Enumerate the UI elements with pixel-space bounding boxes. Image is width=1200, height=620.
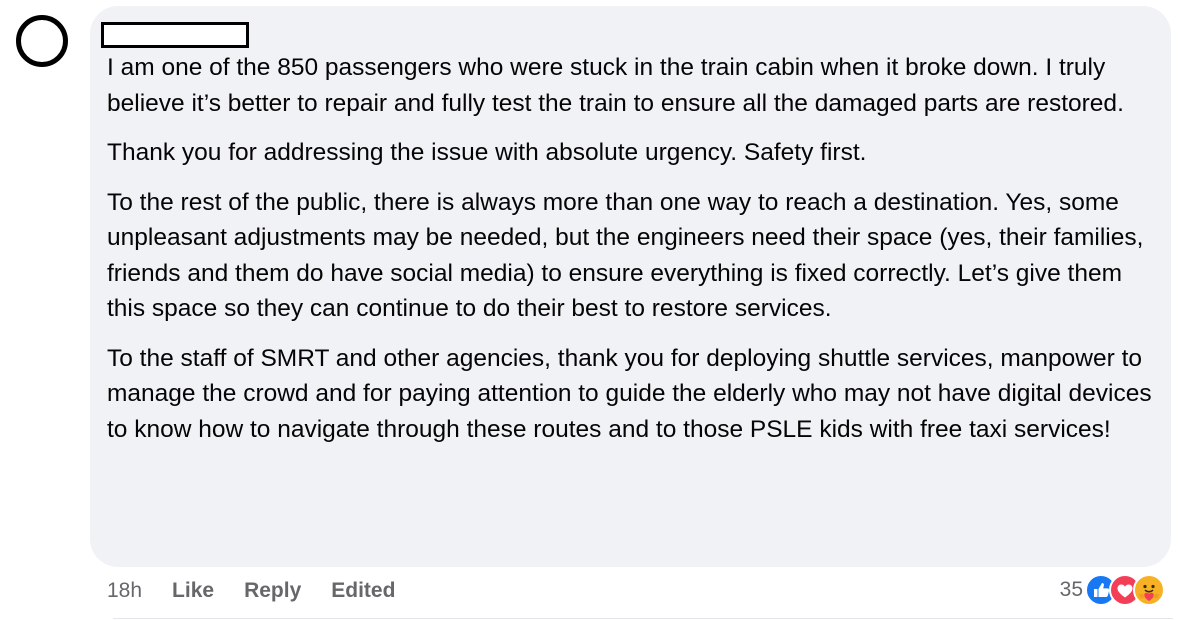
reaction-count[interactable]: 35	[1060, 578, 1083, 602]
comment-actions: 18h Like Reply Edited	[107, 576, 395, 606]
avatar[interactable]	[16, 15, 68, 67]
care-icon	[1133, 574, 1165, 606]
comment-paragraph: I am one of the 850 passengers who were …	[107, 54, 1124, 117]
divider	[113, 618, 1173, 619]
comment-paragraph: To the rest of the public, there is alwa…	[107, 188, 1144, 323]
reactions-summary[interactable]: 35	[1060, 573, 1165, 607]
comment-screenshot: I am one of the 850 passengers who were …	[0, 0, 1200, 620]
edited-label[interactable]: Edited	[331, 579, 395, 603]
comment-paragraph: Thank you for addressing the issue with …	[107, 139, 867, 166]
comment-timestamp[interactable]: 18h	[107, 579, 142, 603]
comment-text: I am one of the 850 passengers who were …	[107, 50, 1157, 461]
reply-button[interactable]: Reply	[244, 579, 301, 603]
like-button[interactable]: Like	[172, 579, 214, 603]
comment-paragraph: To the staff of SMRT and other agencies,…	[107, 344, 1152, 443]
redacted-author-name[interactable]	[101, 22, 249, 48]
